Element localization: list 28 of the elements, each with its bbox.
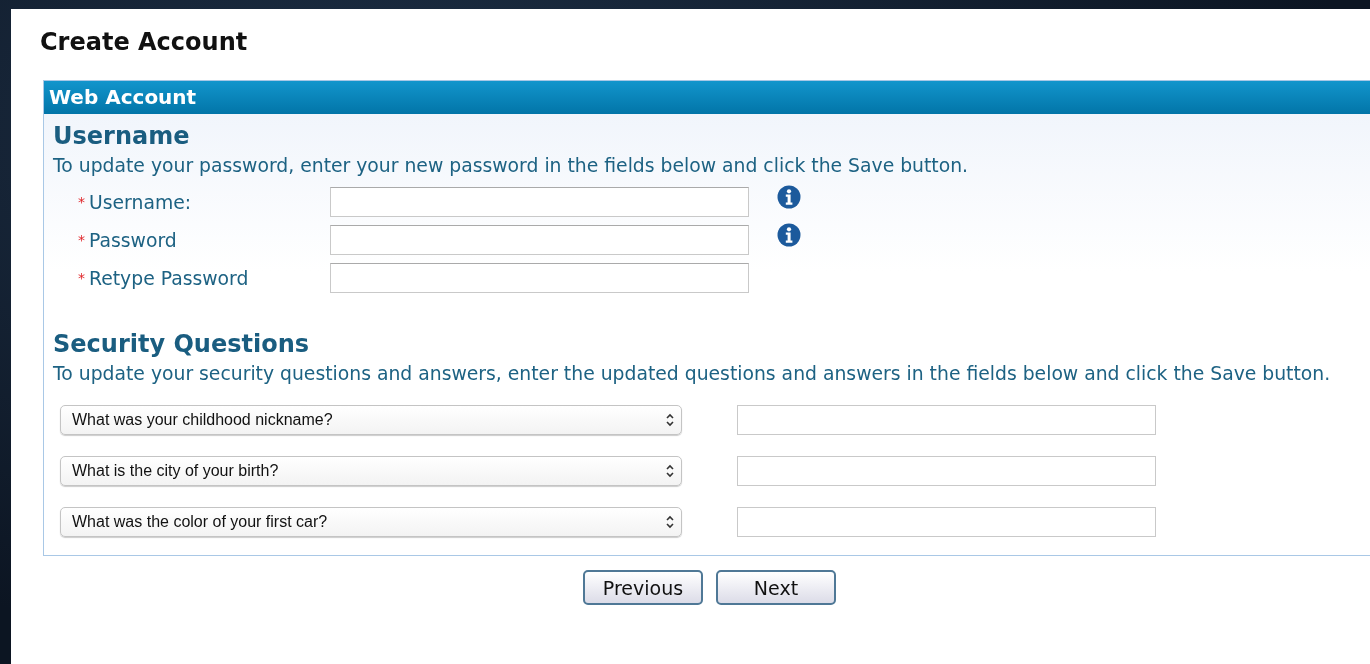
up-down-arrow-icon xyxy=(665,412,675,428)
answer-field[interactable] xyxy=(737,507,1156,537)
page-title: Create Account xyxy=(40,27,249,58)
required-mark: * xyxy=(78,232,85,248)
field-label: Password xyxy=(89,229,177,251)
next-button[interactable]: Next xyxy=(716,570,836,605)
field-label: Retype Password xyxy=(89,267,249,289)
section-heading: Username xyxy=(53,121,191,151)
required-mark: * xyxy=(78,194,85,210)
previous-button[interactable]: Previous xyxy=(583,570,703,605)
panel-header: Web Account xyxy=(44,81,1370,114)
question-dropdown[interactable]: What was your childhood nickname? xyxy=(60,405,682,435)
answer-field[interactable] xyxy=(737,456,1156,486)
info-icon[interactable] xyxy=(777,223,801,247)
question-dropdown[interactable]: What was the color of your first car? xyxy=(60,507,682,537)
section-description: To update your password, enter your new password in the fields below and click the Save button. xyxy=(53,154,970,178)
field-label: Username: xyxy=(89,191,192,213)
question-dropdown[interactable]: What is the city of your birth? xyxy=(60,456,682,486)
text-field[interactable] xyxy=(330,263,749,293)
section-heading: Security Questions xyxy=(53,329,311,359)
section-description: To update your security questions and answers, enter the updated questions and answers in the fields below and click the Save button. xyxy=(53,362,1332,386)
text-field[interactable] xyxy=(330,187,749,217)
up-down-arrow-icon xyxy=(665,514,675,530)
info-icon[interactable] xyxy=(777,185,801,209)
up-down-arrow-icon xyxy=(665,463,675,479)
text-field[interactable] xyxy=(330,225,749,255)
required-mark: * xyxy=(78,270,85,286)
answer-field[interactable] xyxy=(737,405,1156,435)
